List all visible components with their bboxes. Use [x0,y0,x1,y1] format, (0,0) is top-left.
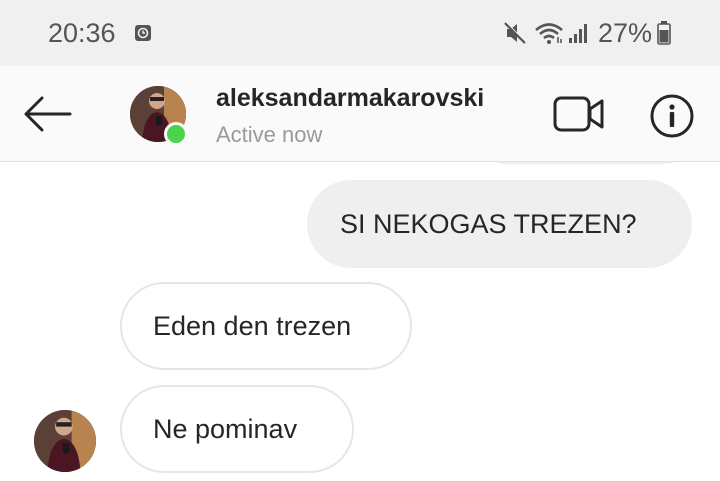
chat-screen: 20:36 27% aleksandarmakarovski Active no… [0,0,720,481]
back-arrow-icon[interactable] [20,90,76,138]
message-thread[interactable]: SI NEKOGAS TREZEN? Eden den trezen Ne po… [0,162,720,481]
video-call-icon[interactable] [552,92,606,136]
active-status-text: Active now [216,122,323,147]
wifi-icon [535,23,563,44]
message-text: Eden den trezen [153,310,352,341]
previous-message-bubble [490,162,680,164]
incoming-message[interactable]: Eden den trezen [120,282,412,370]
outgoing-message[interactable]: SI NEKOGAS TREZEN? [307,180,692,268]
avatar-photo [34,410,96,472]
chat-username[interactable]: aleksandarmakarovski [216,84,484,113]
status-time: 20:36 [48,18,116,48]
message-text: SI NEKOGAS TREZEN? [340,208,637,239]
status-bar: 20:36 27% [0,0,720,66]
battery-percentage: 27% [598,18,653,48]
active-status-indicator [164,122,188,146]
signal-icon [569,24,587,43]
app-notification-icon [135,25,151,41]
chat-header: aleksandarmakarovski Active now [0,66,720,162]
message-text: Ne pominav [153,413,298,444]
mute-icon [504,21,527,44]
battery-icon [657,21,671,45]
incoming-message[interactable]: Ne pominav [120,385,354,473]
info-icon[interactable] [648,92,696,140]
sender-avatar[interactable] [34,410,96,472]
